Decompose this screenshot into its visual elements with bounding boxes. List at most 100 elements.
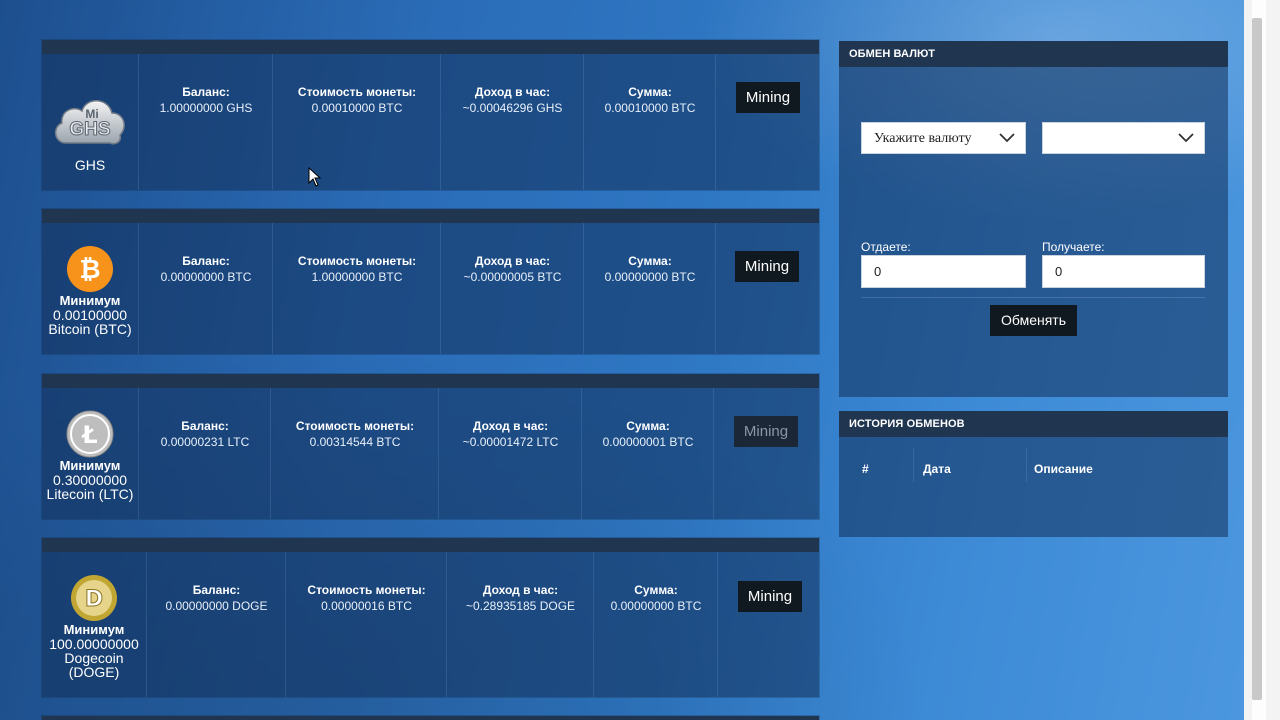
coin-icon-cell: ₿ Минимум 0.00100000 Bitcoin (BTC) — [42, 223, 138, 354]
sum-label: Сумма: — [634, 583, 678, 597]
income-cell: Доход в час: ~0.00001472 LTC — [438, 388, 582, 519]
coin-card-ghs: Mi GHS GHS Баланс: 1.00000000 GHS Стоимо… — [42, 40, 819, 190]
history-col-number: # — [862, 462, 869, 476]
mouse-cursor-icon — [308, 167, 322, 187]
column-divider — [913, 448, 914, 482]
card-header-bar — [42, 374, 819, 388]
balance-value: 0.00000231 LTC — [160, 435, 250, 449]
balance-cell: Баланс: 0.00000000 DOGE — [146, 552, 286, 697]
page-scrollbar[interactable] — [1244, 0, 1280, 720]
income-label: Доход в час: — [474, 254, 551, 268]
sum-cell: Сумма: 0.00000000 BTC — [593, 552, 718, 697]
income-value: ~0.00001472 LTC — [462, 435, 559, 449]
balance-label: Баланс: — [181, 419, 229, 433]
chevron-down-icon — [999, 133, 1015, 143]
bitcoin-symbol: ₿ — [79, 255, 100, 285]
coin-name: Bitcoin (BTC) — [48, 321, 132, 337]
income-cell: Доход в час: ~0.00000005 BTC — [440, 223, 584, 354]
minimum-label: Минимум — [59, 458, 121, 473]
sum-value: 0.00000001 BTC — [602, 435, 694, 449]
exchange-panel: ОБМЕН ВАЛЮТ Укажите валюту Отдаете: Полу… — [839, 41, 1228, 397]
sum-value: 0.00000000 BTC — [610, 599, 702, 613]
exchange-panel-title: ОБМЕН ВАЛЮТ — [839, 41, 1228, 67]
balance-value: 0.00000000 DOGE — [165, 599, 268, 613]
coin-name: GHS — [74, 157, 106, 173]
card-header-bar — [42, 538, 819, 552]
minimum-value: 0.00100000 — [53, 307, 127, 323]
sum-label: Сумма: — [628, 85, 672, 99]
price-label: Стоимость монеты: — [297, 85, 417, 99]
minimum-value: 0.30000000 — [53, 472, 127, 488]
price-cell: Стоимость монеты: 0.00314544 BTC — [270, 388, 439, 519]
sum-label: Сумма: — [628, 254, 672, 268]
balance-cell: Баланс: 0.00000231 LTC — [138, 388, 271, 519]
balance-value: 0.00000000 BTC — [160, 270, 252, 284]
balance-label: Баланс: — [182, 254, 230, 268]
svg-text:GHS: GHS — [69, 119, 110, 140]
coin-card-partial — [42, 716, 819, 720]
to-currency-select[interactable] — [1042, 122, 1205, 154]
divider — [861, 297, 1205, 298]
price-cell: Стоимость монеты: 1.00000000 BTC — [272, 223, 441, 354]
action-cell: Mining — [715, 223, 820, 354]
mining-button[interactable]: Mining — [738, 581, 802, 612]
minimum-label: Минимум — [63, 622, 125, 637]
sum-label: Сумма: — [626, 419, 670, 433]
mining-button-disabled[interactable]: Mining — [734, 416, 798, 447]
price-label: Стоимость монеты: — [295, 419, 415, 433]
income-label: Доход в час: — [474, 85, 551, 99]
income-value: ~0.00000005 BTC — [463, 270, 562, 284]
price-value: 0.00010000 BTC — [311, 101, 403, 115]
balance-value: 1.00000000 GHS — [159, 101, 253, 115]
from-currency-select[interactable]: Укажите валюту — [861, 122, 1026, 154]
price-cell: Стоимость монеты: 0.00010000 BTC — [272, 54, 441, 190]
mining-button[interactable]: Mining — [735, 251, 799, 282]
bitcoin-icon: ₿ — [67, 246, 113, 292]
balance-cell: Баланс: 1.00000000 GHS — [138, 54, 273, 190]
mining-button[interactable]: Mining — [736, 82, 800, 113]
sum-value: 0.00000000 BTC — [604, 270, 696, 284]
litecoin-symbol: Ł — [80, 421, 97, 449]
balance-label: Баланс: — [182, 85, 230, 99]
give-amount-input[interactable] — [861, 255, 1026, 288]
sum-cell: Сумма: 0.00000001 BTC — [581, 388, 714, 519]
price-value: 0.00314544 BTC — [309, 435, 401, 449]
card-header-bar — [42, 716, 819, 720]
balance-label: Баланс: — [192, 583, 241, 597]
price-cell: Стоимость монеты: 0.00000016 BTC — [285, 552, 447, 697]
balance-cell: Баланс: 0.00000000 BTC — [138, 223, 273, 354]
price-value: 0.00000016 BTC — [321, 599, 412, 613]
action-cell: Mining — [713, 388, 820, 519]
coin-name: Litecoin (LTC) — [46, 486, 134, 502]
give-label: Отдаете: — [861, 240, 911, 254]
action-cell: Mining — [717, 552, 820, 697]
coin-ticker: (DOGE) — [68, 664, 120, 680]
coin-card-doge: D Минимум 100.00000000 Dogecoin (DOGE) Б… — [42, 538, 819, 697]
column-divider — [1026, 448, 1027, 482]
action-cell: Mining — [715, 54, 820, 190]
price-value: 1.00000000 BTC — [311, 270, 403, 284]
income-label: Доход в час: — [482, 583, 559, 597]
income-value: ~0.00046296 GHS — [462, 101, 563, 115]
coin-card-ltc: Ł Минимум 0.30000000 Litecoin (LTC) Бала… — [42, 374, 819, 519]
income-cell: Доход в час: ~0.28935185 DOGE — [446, 552, 594, 697]
get-label: Получаете: — [1042, 240, 1105, 254]
coin-icon-cell: D Минимум 100.00000000 Dogecoin (DOGE) — [42, 552, 146, 697]
history-col-description: Описание — [1034, 462, 1093, 476]
income-cell: Доход в час: ~0.00046296 GHS — [440, 54, 584, 190]
coin-name: Dogecoin — [64, 650, 124, 666]
history-col-date: Дата — [923, 462, 951, 476]
sum-cell: Сумма: 0.00000000 BTC — [583, 223, 716, 354]
ghs-cloud-icon: Mi GHS — [54, 100, 125, 145]
coin-icon-cell: Ł Минимум 0.30000000 Litecoin (LTC) — [42, 388, 138, 519]
scrollbar-thumb[interactable] — [1252, 18, 1262, 700]
sum-cell: Сумма: 0.00010000 BTC — [583, 54, 716, 190]
from-currency-value: Укажите валюту — [874, 131, 972, 146]
get-amount-input[interactable] — [1042, 255, 1205, 288]
sum-value: 0.00010000 BTC — [604, 101, 696, 115]
price-label: Стоимость монеты: — [307, 583, 426, 597]
minimum-value: 100.00000000 — [49, 636, 139, 652]
exchange-button[interactable]: Обменять — [990, 305, 1077, 336]
coin-icon-cell: Mi GHS GHS — [42, 54, 138, 190]
price-label: Стоимость монеты: — [297, 254, 417, 268]
